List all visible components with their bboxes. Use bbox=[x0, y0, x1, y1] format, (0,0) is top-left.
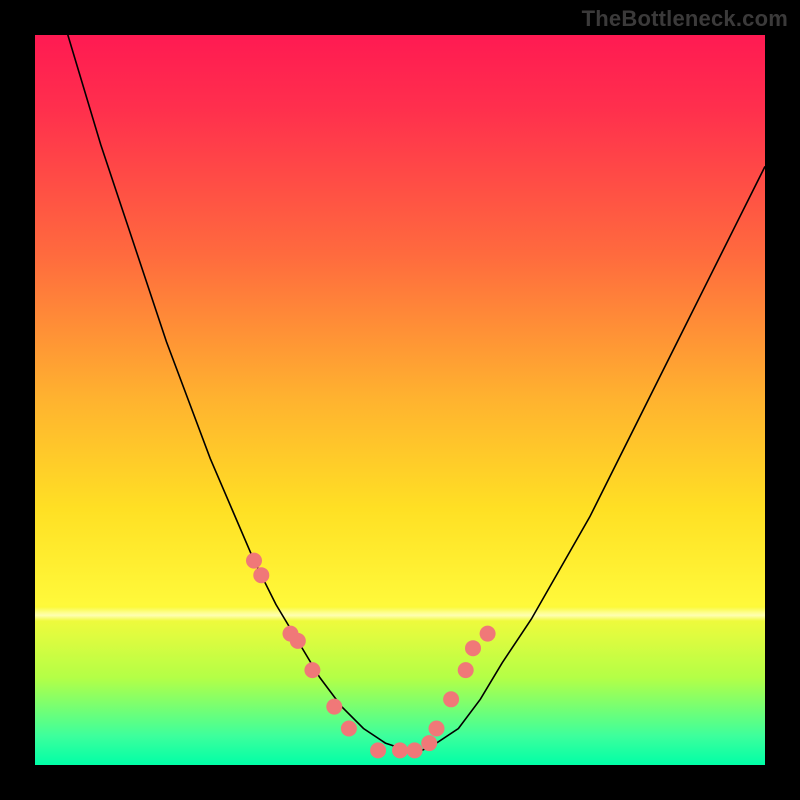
plot-area bbox=[35, 35, 765, 765]
curve-marker-dot bbox=[370, 742, 386, 758]
curve-marker-dot bbox=[246, 553, 262, 569]
curve-marker-dot bbox=[407, 742, 423, 758]
curve-marker-dot bbox=[480, 626, 496, 642]
curve-marker-dot bbox=[341, 721, 357, 737]
curve-marker-dot bbox=[253, 567, 269, 583]
curve-marker-dot bbox=[443, 691, 459, 707]
bottleneck-curve bbox=[35, 35, 765, 750]
curve-marker-dot bbox=[392, 742, 408, 758]
curve-marker-dot bbox=[458, 662, 474, 678]
curve-marker-dot bbox=[290, 633, 306, 649]
outer-frame: TheBottleneck.com bbox=[0, 0, 800, 800]
curve-marker-dot bbox=[421, 735, 437, 751]
curve-marker-dot bbox=[465, 640, 481, 656]
watermark-text: TheBottleneck.com bbox=[582, 6, 788, 32]
curve-marker-dot bbox=[304, 662, 320, 678]
bottleneck-curve-layer bbox=[35, 35, 765, 765]
curve-marker-dot bbox=[326, 699, 342, 715]
curve-marker-dot bbox=[429, 721, 445, 737]
